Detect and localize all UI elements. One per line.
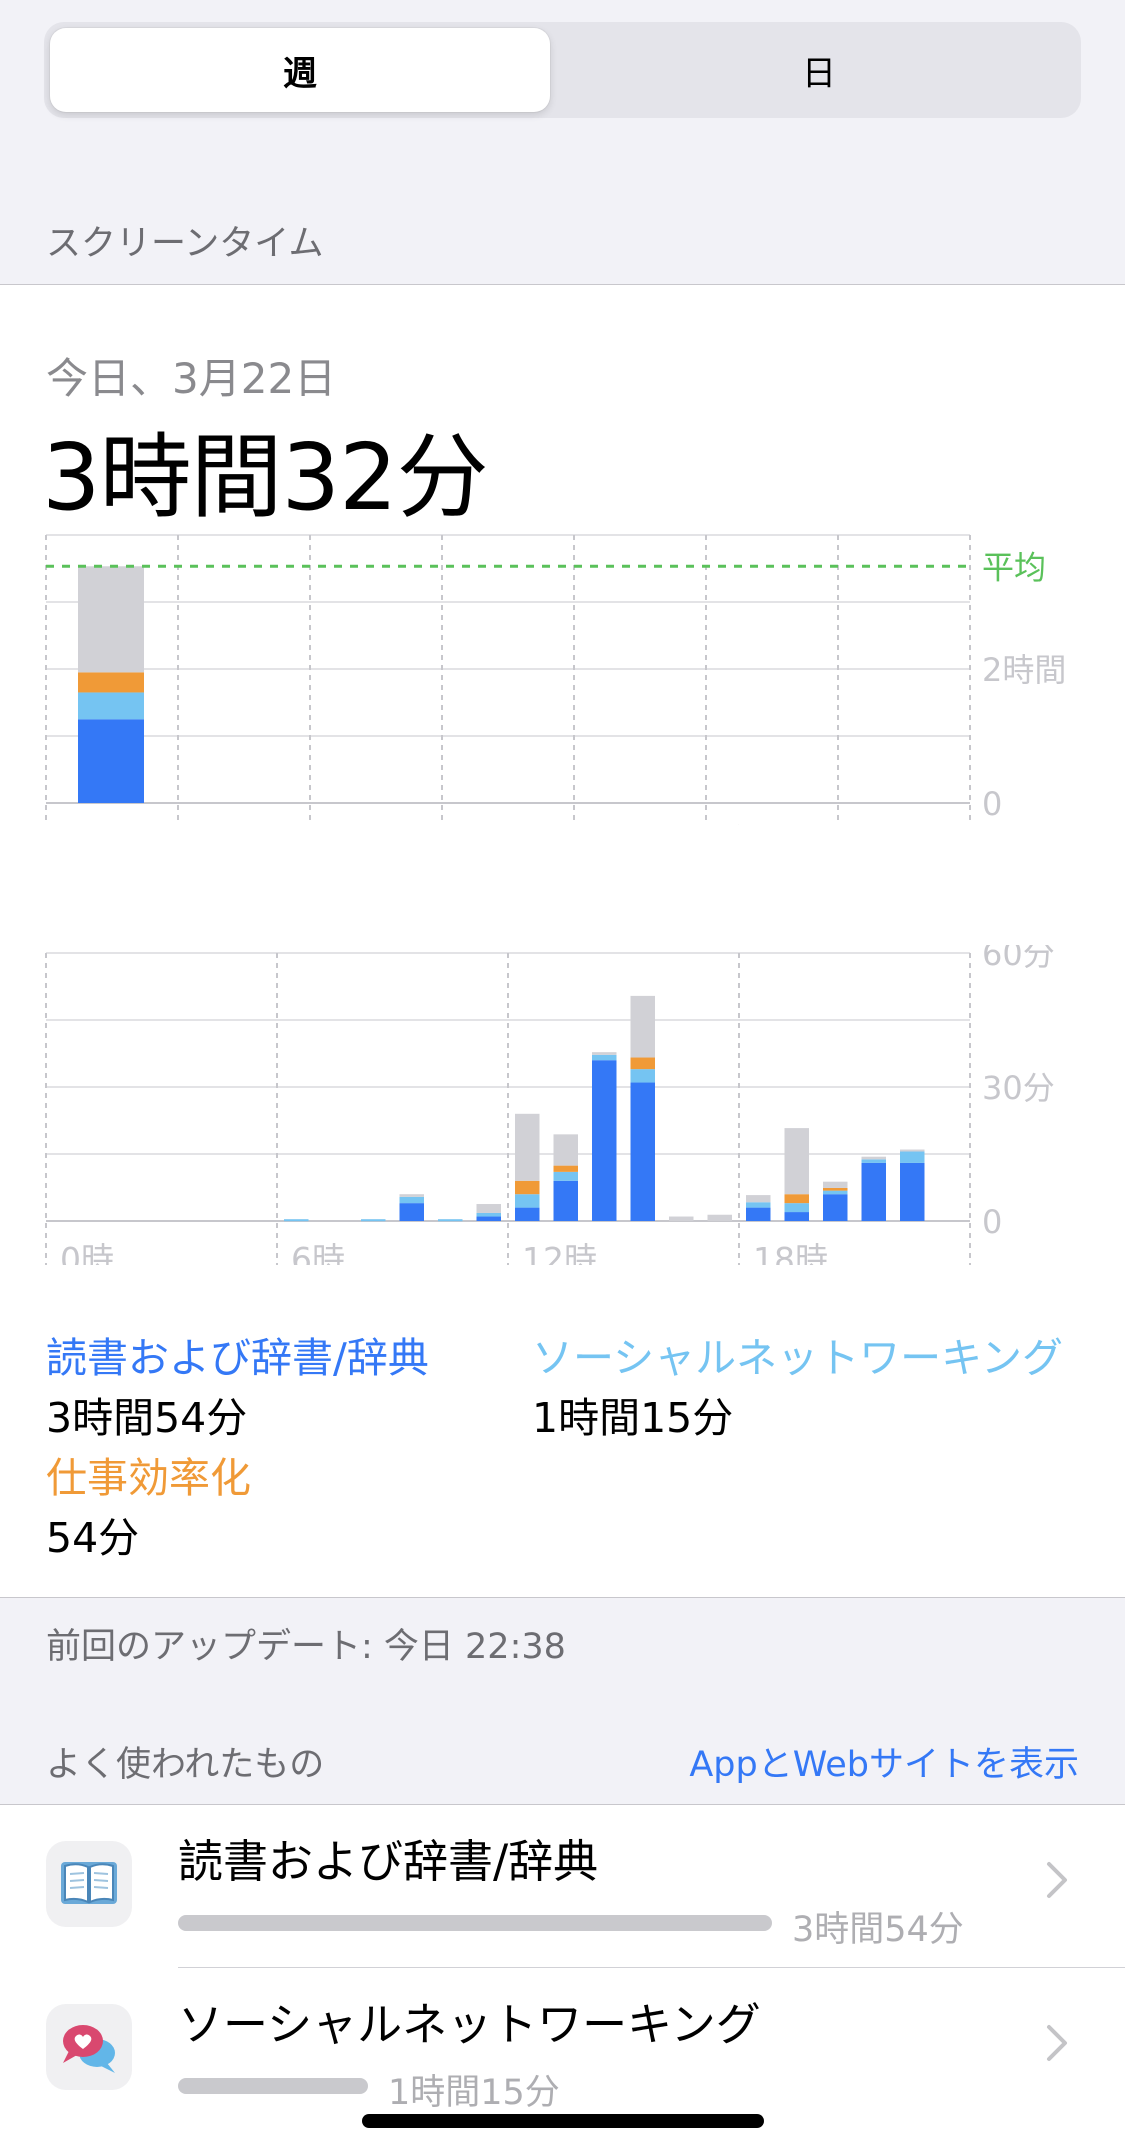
legend-reading-name: 読書および辞書/辞典	[46, 1334, 429, 1382]
bar-segment	[823, 1187, 848, 1191]
average-label: 平均	[982, 548, 1046, 586]
y-tick-label: 0	[982, 785, 1002, 823]
bar-segment	[361, 1219, 386, 1222]
bar-segment	[823, 1190, 848, 1195]
bar-segment	[823, 1194, 848, 1221]
bar-segment	[515, 1113, 540, 1181]
bar-segment	[630, 1082, 655, 1221]
usage-bar	[178, 2078, 368, 2094]
x-tick-label: 12時	[522, 1240, 597, 1265]
legend-social-name: ソーシャルネットワーキング	[532, 1334, 1063, 1382]
bar-segment	[784, 1212, 809, 1221]
bar-segment	[900, 1162, 925, 1221]
y-tick-label: 60分	[982, 945, 1055, 973]
bar-segment	[592, 1052, 617, 1055]
bar-segment	[515, 1194, 540, 1208]
bar-segment	[78, 719, 144, 803]
bar-segment	[669, 1216, 694, 1221]
x-tick-label: 水	[458, 822, 491, 825]
hourly-chart[interactable]: 0 30分 60分 0時 6時 12時 18時	[0, 945, 1125, 1265]
bar-segment	[399, 1196, 424, 1204]
bar-segment	[746, 1207, 771, 1221]
legend-productivity: 仕事効率化 54分	[46, 1447, 251, 1567]
legend-reading: 読書および辞書/辞典 3時間54分	[46, 1327, 429, 1447]
chevron-right-icon	[1047, 1862, 1067, 1898]
x-tick-label: 6時	[291, 1240, 345, 1265]
list-item-social[interactable]: ソーシャルネットワーキング 1時間15分	[0, 1968, 1125, 2128]
bar-segment	[553, 1171, 578, 1181]
list-item-reading-time: 3時間54分	[792, 1910, 964, 1950]
legend-productivity-name: 仕事効率化	[46, 1454, 251, 1502]
bar-segment	[900, 1149, 925, 1152]
bar-segment	[553, 1134, 578, 1166]
most-used-header: よく使われたもの	[46, 1745, 325, 1785]
bar-segment	[630, 995, 655, 1058]
list-item-social-title: ソーシャルネットワーキング	[178, 1998, 761, 2051]
list-item-reading-title: 読書および辞書/辞典	[178, 1835, 599, 1888]
legend-social: ソーシャルネットワーキング 1時間15分	[532, 1327, 1063, 1447]
y-tick-label: 30分	[982, 1069, 1055, 1107]
bar-segment	[78, 566, 144, 673]
x-tick-label: 0時	[60, 1240, 114, 1265]
date-label: 今日、3月22日	[46, 354, 337, 403]
bar-segment	[900, 1151, 925, 1163]
y-tick-label: 2時間	[982, 651, 1066, 689]
bar-segment	[476, 1212, 501, 1217]
bar-segment	[78, 672, 144, 693]
bar-segment	[746, 1202, 771, 1208]
bar-segment	[861, 1156, 886, 1160]
bar-segment	[784, 1128, 809, 1195]
x-tick-label: 月	[194, 822, 227, 825]
y-tick-label: 0	[982, 1203, 1002, 1241]
bar-segment	[746, 1195, 771, 1203]
book-icon	[46, 1841, 132, 1927]
list-item-social-time: 1時間15分	[388, 2073, 560, 2113]
bar-segment	[515, 1180, 540, 1195]
legend-reading-value: 3時間54分	[46, 1394, 248, 1442]
bar-segment	[861, 1162, 886, 1221]
legend-social-value: 1時間15分	[532, 1394, 734, 1442]
x-tick-label: 土	[854, 822, 887, 825]
home-indicator	[362, 2114, 764, 2128]
x-tick-label: 火	[326, 822, 359, 825]
show-apps-websites-link[interactable]: AppとWebサイトを表示	[689, 1736, 1079, 1787]
bar-segment	[438, 1219, 463, 1222]
bar-segment	[707, 1214, 732, 1221]
bar-segment	[630, 1057, 655, 1070]
x-tick-label: 金	[722, 822, 755, 825]
bar-segment	[399, 1203, 424, 1221]
bar-segment	[823, 1181, 848, 1188]
usage-bar	[178, 1915, 772, 1931]
list-item-reading[interactable]: 読書および辞書/辞典 3時間54分	[0, 1805, 1125, 1965]
bar-segment	[553, 1165, 578, 1172]
period-segmented-control: 週 日	[44, 22, 1081, 118]
legend-productivity-value: 54分	[46, 1514, 140, 1562]
chevron-right-icon	[1047, 2025, 1067, 2061]
bar-segment	[592, 1060, 617, 1221]
segment-week[interactable]: 週	[50, 28, 550, 112]
bar-segment	[592, 1054, 617, 1061]
bar-segment	[78, 692, 144, 720]
bar-segment	[515, 1207, 540, 1221]
bar-segment	[399, 1194, 424, 1197]
bar-segment	[784, 1194, 809, 1204]
bar-segment	[476, 1216, 501, 1221]
bar-segment	[476, 1204, 501, 1213]
weekly-chart[interactable]: 平均 0 2時間 日 月 火 水 木 金 土	[0, 525, 1125, 825]
x-tick-label: 木	[590, 822, 623, 825]
segment-day[interactable]: 日	[564, 28, 1074, 112]
bar-segment	[553, 1180, 578, 1221]
x-tick-label: 18時	[753, 1240, 828, 1265]
last-updated: 前回のアップデート: 今日 22:38	[46, 1627, 566, 1667]
bar-segment	[630, 1069, 655, 1083]
total-time: 3時間32分	[42, 424, 489, 531]
screen-time-card: 今日、3月22日 3時間32分 平均 0 2時間 日 月 火 水 木 金 土 0 30分 60分 …	[0, 284, 1125, 1598]
bar-segment	[784, 1203, 809, 1213]
screen-time-section-header: スクリーンタイム	[46, 224, 324, 264]
most-used-list: 読書および辞書/辞典 3時間54分 ソーシャルネットワーキング 1時間15分	[0, 1804, 1125, 2147]
bar-segment	[861, 1159, 886, 1163]
x-tick-label: 日	[62, 822, 95, 825]
bar-segment	[284, 1219, 309, 1222]
chat-bubble-icon	[46, 2004, 132, 2090]
